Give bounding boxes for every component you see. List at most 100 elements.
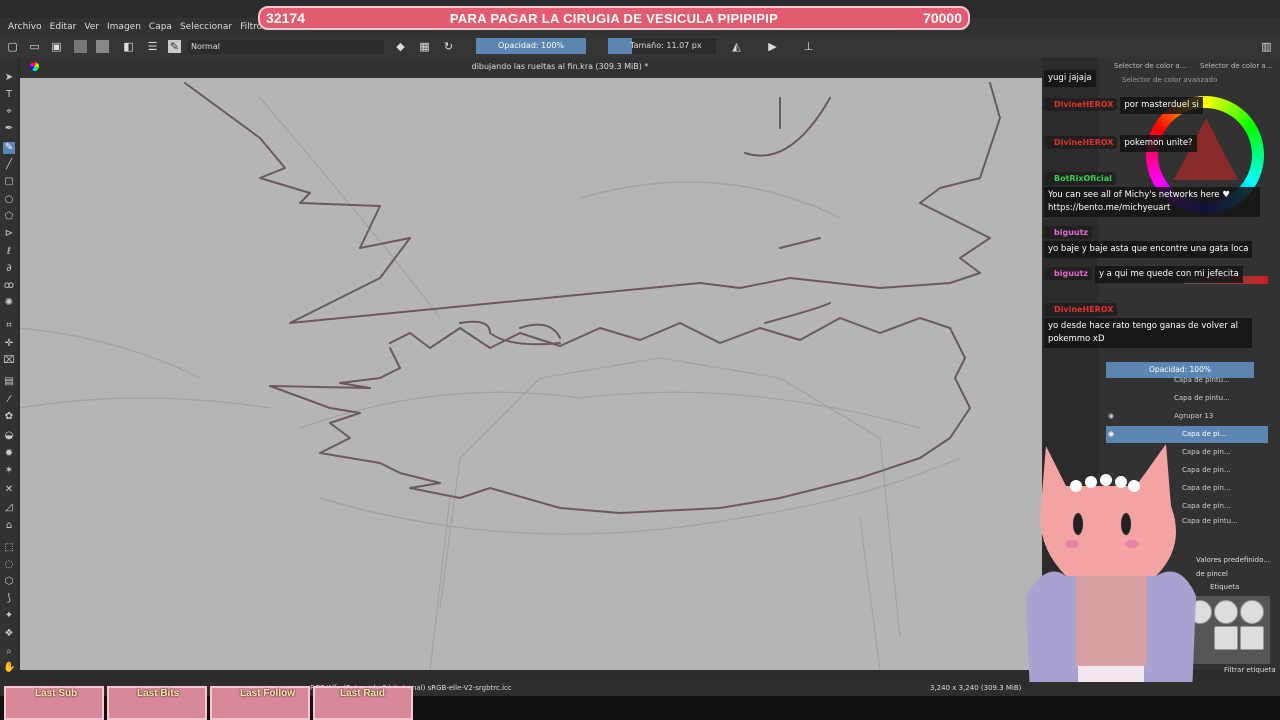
workspace-icon[interactable]: ▥ xyxy=(1260,40,1273,53)
calligraphy-icon[interactable]: ✒ xyxy=(3,123,15,135)
brush-settings-icon[interactable]: ☰ xyxy=(146,40,159,53)
menu-archivo[interactable]: Archivo xyxy=(8,22,42,32)
assistant-tool-icon[interactable]: ✕ xyxy=(3,484,15,496)
edit-shapes-icon[interactable]: ⌖ xyxy=(3,106,15,118)
dynamic-brush-icon[interactable]: ꝏ xyxy=(3,280,15,292)
rectangle-tool-icon[interactable]: ▢ xyxy=(3,176,15,188)
ellipse-tool-icon[interactable]: ○ xyxy=(3,194,15,206)
chat-message: biguutz y a qui me quede con mi jefecita xyxy=(1044,264,1264,283)
reference-tool-icon[interactable]: ⌂ xyxy=(3,520,15,532)
freehand-path-icon[interactable]: ∂ xyxy=(3,263,15,275)
chat-message: DivineHEROX yo desde hace rato tengo gan… xyxy=(1044,303,1264,348)
brush-preset-icon[interactable]: ✎ xyxy=(168,40,181,53)
chat-username: BotRixOficial xyxy=(1044,172,1116,185)
visibility-eye-icon[interactable]: ◉ xyxy=(1108,408,1114,425)
chat-username: DivineHEROX xyxy=(1044,303,1118,316)
brush-preset[interactable] xyxy=(1240,600,1264,624)
eraser-icon[interactable]: ◆ xyxy=(394,40,407,53)
donation-message: PARA PAGAR LA CIRUGIA DE VESICULA PIPIPI… xyxy=(449,10,779,26)
select-tool-icon[interactable]: ➤ xyxy=(3,72,15,84)
mirror-vertical-icon[interactable]: ▶ xyxy=(766,40,779,53)
polyline-tool-icon[interactable]: ⊳ xyxy=(3,228,15,240)
sketch-lineart xyxy=(184,82,1001,514)
freehand-select-icon[interactable]: ⟆ xyxy=(3,593,15,605)
similar-select-icon[interactable]: ❖ xyxy=(3,628,15,640)
text-tool-icon[interactable]: T xyxy=(3,89,15,101)
menu-seleccionar[interactable]: Seleccionar xyxy=(180,22,232,32)
brush-tool-icon[interactable]: ✎ xyxy=(3,142,15,154)
measure-tool-icon[interactable]: ◿ xyxy=(3,502,15,514)
chat-text: yo baje y baje asta que encontre una gat… xyxy=(1044,241,1253,258)
menu-editar[interactable]: Editar xyxy=(50,22,77,32)
colorize-mask-icon[interactable]: ✿ xyxy=(3,411,15,423)
zoom-tool-icon[interactable]: ⌕ xyxy=(3,646,15,658)
donation-goal-banner: 32174 PARA PAGAR LA CIRUGIA DE VESICULA … xyxy=(258,6,970,30)
chat-username: biguutz xyxy=(1044,267,1093,280)
donation-current: 32174 xyxy=(266,10,305,26)
size-slider-label: Tamaño: 11.07 px xyxy=(630,41,702,50)
multibrush-icon[interactable]: ✺ xyxy=(3,297,15,309)
chat-text: yo desde hace rato tengo ganas de volver… xyxy=(1044,318,1252,348)
line-tool-icon[interactable]: ╱ xyxy=(3,159,15,171)
document-title[interactable]: dibujando las rueltas al fin.kra (309.3 … xyxy=(20,62,1100,71)
vtuber-avatar xyxy=(1026,444,1196,720)
chat-text: y a qui me quede con mi jefecita xyxy=(1094,266,1243,283)
smart-patch-icon[interactable]: ✹ xyxy=(3,448,15,460)
bezier-tool-icon[interactable]: ℓ xyxy=(3,246,15,258)
chat-message: DivineHEROX por masterduel si xyxy=(1044,95,1264,114)
layer-group-row[interactable]: ◉ Agrupar 13 xyxy=(1106,408,1268,425)
alpha-lock-icon[interactable]: ▦ xyxy=(418,40,431,53)
layer-name: Capa de pintu... xyxy=(1174,394,1230,402)
new-document-icon[interactable]: ▢ xyxy=(6,40,19,53)
reload-preset-icon[interactable]: ↻ xyxy=(442,40,455,53)
chat-username: DivineHEROX xyxy=(1044,136,1118,149)
eyedropper-icon[interactable]: ⁄ xyxy=(3,394,15,406)
layer-name: Capa de pintu... xyxy=(1174,376,1230,384)
polygon-tool-icon[interactable]: ⬠ xyxy=(3,211,15,223)
color-swap-icon[interactable]: ◧ xyxy=(122,40,135,53)
filter-tag-checkbox[interactable]: Filtrar etiqueta xyxy=(1224,666,1276,674)
layer-row[interactable]: Capa de pintu... xyxy=(1106,390,1268,407)
chat-message: DivineHEROX pokemon unite? xyxy=(1044,133,1264,152)
move-tool-icon[interactable]: ✛ xyxy=(3,338,15,350)
chat-text: yugi jajaja xyxy=(1044,70,1096,87)
open-folder-icon[interactable]: ▭ xyxy=(28,40,41,53)
menu-capa[interactable]: Capa xyxy=(149,22,172,32)
gradient-icon[interactable] xyxy=(74,40,87,53)
transform-tool-icon[interactable]: ⌧ xyxy=(3,355,15,367)
donation-goal: 70000 xyxy=(923,10,962,26)
last-follow-label: Last Follow xyxy=(240,688,295,699)
mirror-horizontal-icon[interactable]: ◭ xyxy=(730,40,743,53)
crop-tool-icon[interactable]: ⌗ xyxy=(3,320,15,332)
chat-message: yugi jajaja xyxy=(1044,68,1264,87)
wrap-around-icon[interactable]: ⊥ xyxy=(802,40,815,53)
menu-imagen[interactable]: Imagen xyxy=(107,22,141,32)
fill-tool-icon[interactable]: ◒ xyxy=(3,430,15,442)
sketch-guidelines xyxy=(20,97,961,670)
chat-text: You can see all of Michy's networks here… xyxy=(1044,187,1260,217)
layer-row[interactable]: Capa de pintu... xyxy=(1106,372,1268,389)
toolbox: ➤ T ⌖ ✒ ✎ ╱ ▢ ○ ⬠ ⊳ ℓ ∂ ꝏ ✺ ⌗ ✛ ⌧ ▤ ⁄ ✿ … xyxy=(0,58,18,673)
brush-preset[interactable] xyxy=(1240,626,1264,650)
menu-ver[interactable]: Ver xyxy=(84,22,99,32)
chat-text: pokemon unite? xyxy=(1120,135,1197,152)
pattern-edit-icon[interactable]: ✶ xyxy=(3,465,15,477)
polygon-select-icon[interactable]: ⬡ xyxy=(3,576,15,588)
color-wheel-icon[interactable] xyxy=(30,62,39,71)
blend-mode-select[interactable]: Normal xyxy=(188,40,384,54)
rect-select-icon[interactable]: ⬚ xyxy=(3,542,15,554)
chat-username: DivineHEROX xyxy=(1044,98,1118,111)
save-icon[interactable]: ▣ xyxy=(50,40,63,53)
last-bits-label: Last Bits xyxy=(137,688,180,699)
chat-message: biguutz yo baje y baje asta que encontre… xyxy=(1044,226,1264,258)
drawing-canvas[interactable] xyxy=(20,78,1042,670)
pattern-icon[interactable] xyxy=(96,40,109,53)
ellipse-select-icon[interactable]: ◌ xyxy=(3,559,15,571)
contiguous-select-icon[interactable]: ✦ xyxy=(3,610,15,622)
gradient-tool-icon[interactable]: ▤ xyxy=(3,376,15,388)
size-slider[interactable]: Tamaño: 11.07 px xyxy=(608,38,716,54)
pan-tool-icon[interactable]: ✋ xyxy=(3,662,15,674)
opacity-slider[interactable]: Opacidad: 100% xyxy=(476,38,586,54)
brush-preset[interactable] xyxy=(1214,600,1238,624)
brush-preset[interactable] xyxy=(1214,626,1238,650)
